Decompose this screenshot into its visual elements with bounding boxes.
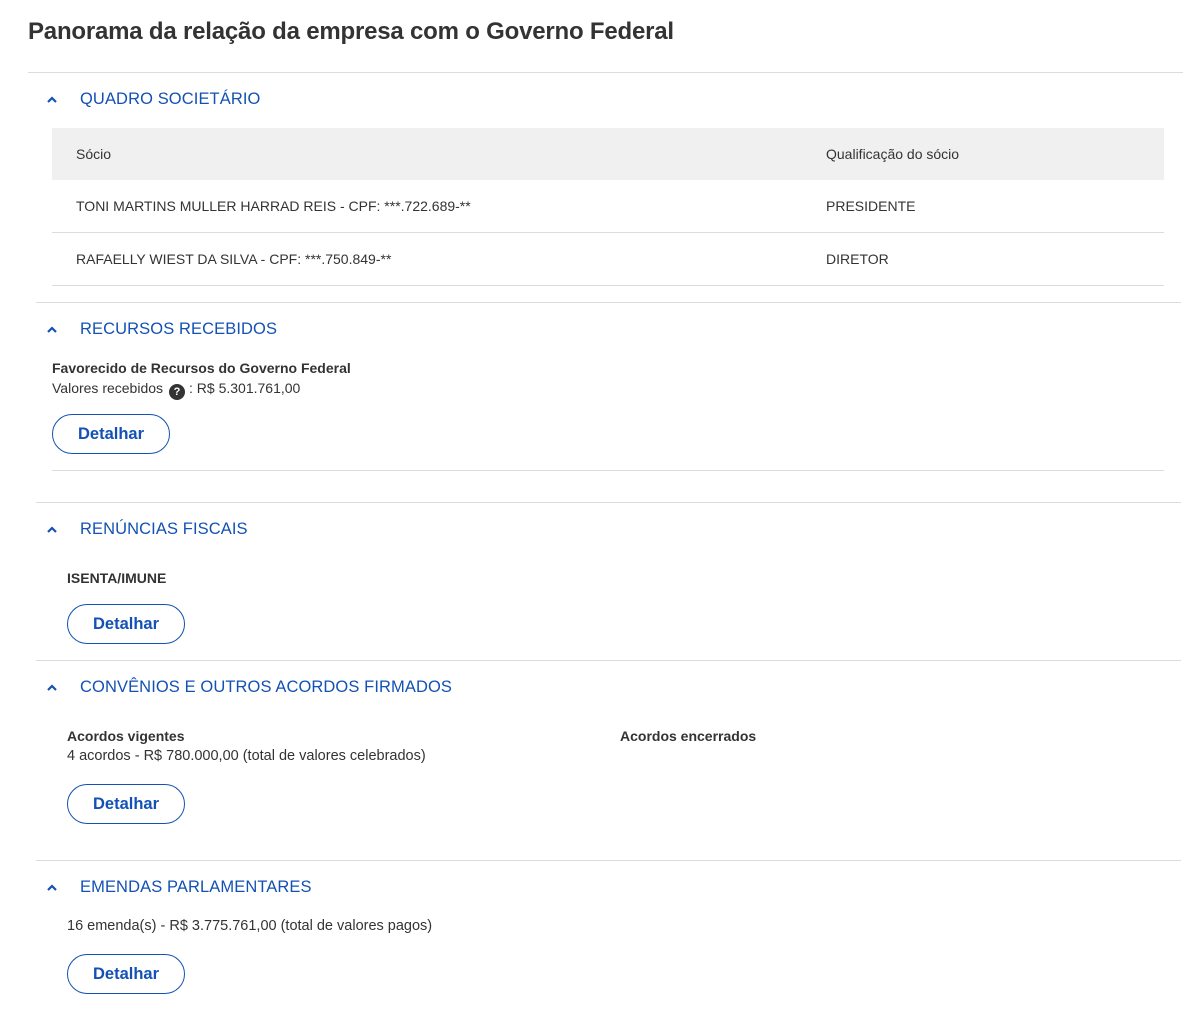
section-header-recursos-recebidos[interactable]: RECURSOS RECEBIDOS — [44, 320, 277, 339]
table-cell-socio: TONI MARTINS MULLER HARRAD REIS - CPF: *… — [76, 198, 471, 214]
question-circle-icon[interactable]: ? — [169, 384, 186, 400]
chevron-up-icon — [44, 92, 60, 108]
divider — [36, 502, 1181, 503]
column-header-socio: Sócio — [76, 146, 112, 162]
table-row: TONI MARTINS MULLER HARRAD REIS - CPF: *… — [52, 180, 1164, 233]
divider — [52, 470, 1164, 471]
divider — [36, 302, 1181, 303]
section-header-convenios[interactable]: CONVÊNIOS E OUTROS ACORDOS FIRMADOS — [44, 678, 452, 697]
detalhar-convenios-button[interactable]: Detalhar — [67, 784, 185, 824]
page: Panorama da relação da empresa com o Gov… — [0, 0, 1183, 1024]
table-cell-qualificacao: DIRETOR — [826, 251, 889, 267]
section-title: RENÚNCIAS FISCAIS — [80, 520, 248, 538]
section-title: QUADRO SOCIETÁRIO — [80, 90, 261, 108]
table-cell-socio: RAFAELLY WIEST DA SILVA - CPF: ***.750.8… — [76, 251, 392, 267]
detalhar-renuncias-button[interactable]: Detalhar — [67, 604, 185, 644]
section-header-emendas-parlamentares[interactable]: EMENDAS PARLAMENTARES — [44, 878, 312, 897]
chevron-up-icon — [44, 880, 60, 896]
acordos-encerrados-label: Acordos encerrados — [620, 728, 757, 744]
acordos-vigentes-label: Acordos vigentes — [67, 728, 185, 744]
table-cell-qualificacao: PRESIDENTE — [826, 198, 916, 214]
socios-table: Sócio Qualificação do sócio TONI MARTINS… — [52, 128, 1164, 286]
table-row: RAFAELLY WIEST DA SILVA - CPF: ***.750.8… — [52, 233, 1164, 286]
valores-recebidos-value: : R$ 5.301.761,00 — [189, 380, 301, 396]
section-title: EMENDAS PARLAMENTARES — [80, 878, 312, 896]
valores-recebidos-label: Valores recebidos — [52, 380, 164, 396]
divider — [36, 660, 1181, 661]
section-header-quadro-societario[interactable]: QUADRO SOCIETÁRIO — [44, 90, 260, 109]
section-title: RECURSOS RECEBIDOS — [80, 320, 278, 338]
chevron-up-icon — [44, 680, 60, 696]
section-title: CONVÊNIOS E OUTROS ACORDOS FIRMADOS — [80, 678, 453, 696]
column-header-qualificacao: Qualificação do sócio — [826, 146, 960, 162]
table-header: Sócio Qualificação do sócio — [52, 128, 1164, 180]
acordos-vigentes-value: 4 acordos - R$ 780.000,00 (total de valo… — [67, 748, 426, 764]
emendas-value: 16 emenda(s) - R$ 3.775.761,00 (total de… — [67, 918, 433, 934]
chevron-up-icon — [44, 522, 60, 538]
valores-recebidos: Valores recebidos?: R$ 5.301.761,00 — [52, 380, 300, 400]
section-header-renuncias-fiscais[interactable]: RENÚNCIAS FISCAIS — [44, 520, 248, 539]
favorecido-label: Favorecido de Recursos do Governo Federa… — [52, 360, 351, 376]
chevron-up-icon — [44, 322, 60, 338]
detalhar-recursos-button[interactable]: Detalhar — [52, 414, 170, 454]
divider — [36, 860, 1181, 861]
detalhar-emendas-button[interactable]: Detalhar — [67, 954, 185, 994]
page-title: Panorama da relação da empresa com o Gov… — [28, 18, 674, 45]
divider — [28, 72, 1183, 73]
isenta-imune-label: ISENTA/IMUNE — [67, 570, 167, 586]
